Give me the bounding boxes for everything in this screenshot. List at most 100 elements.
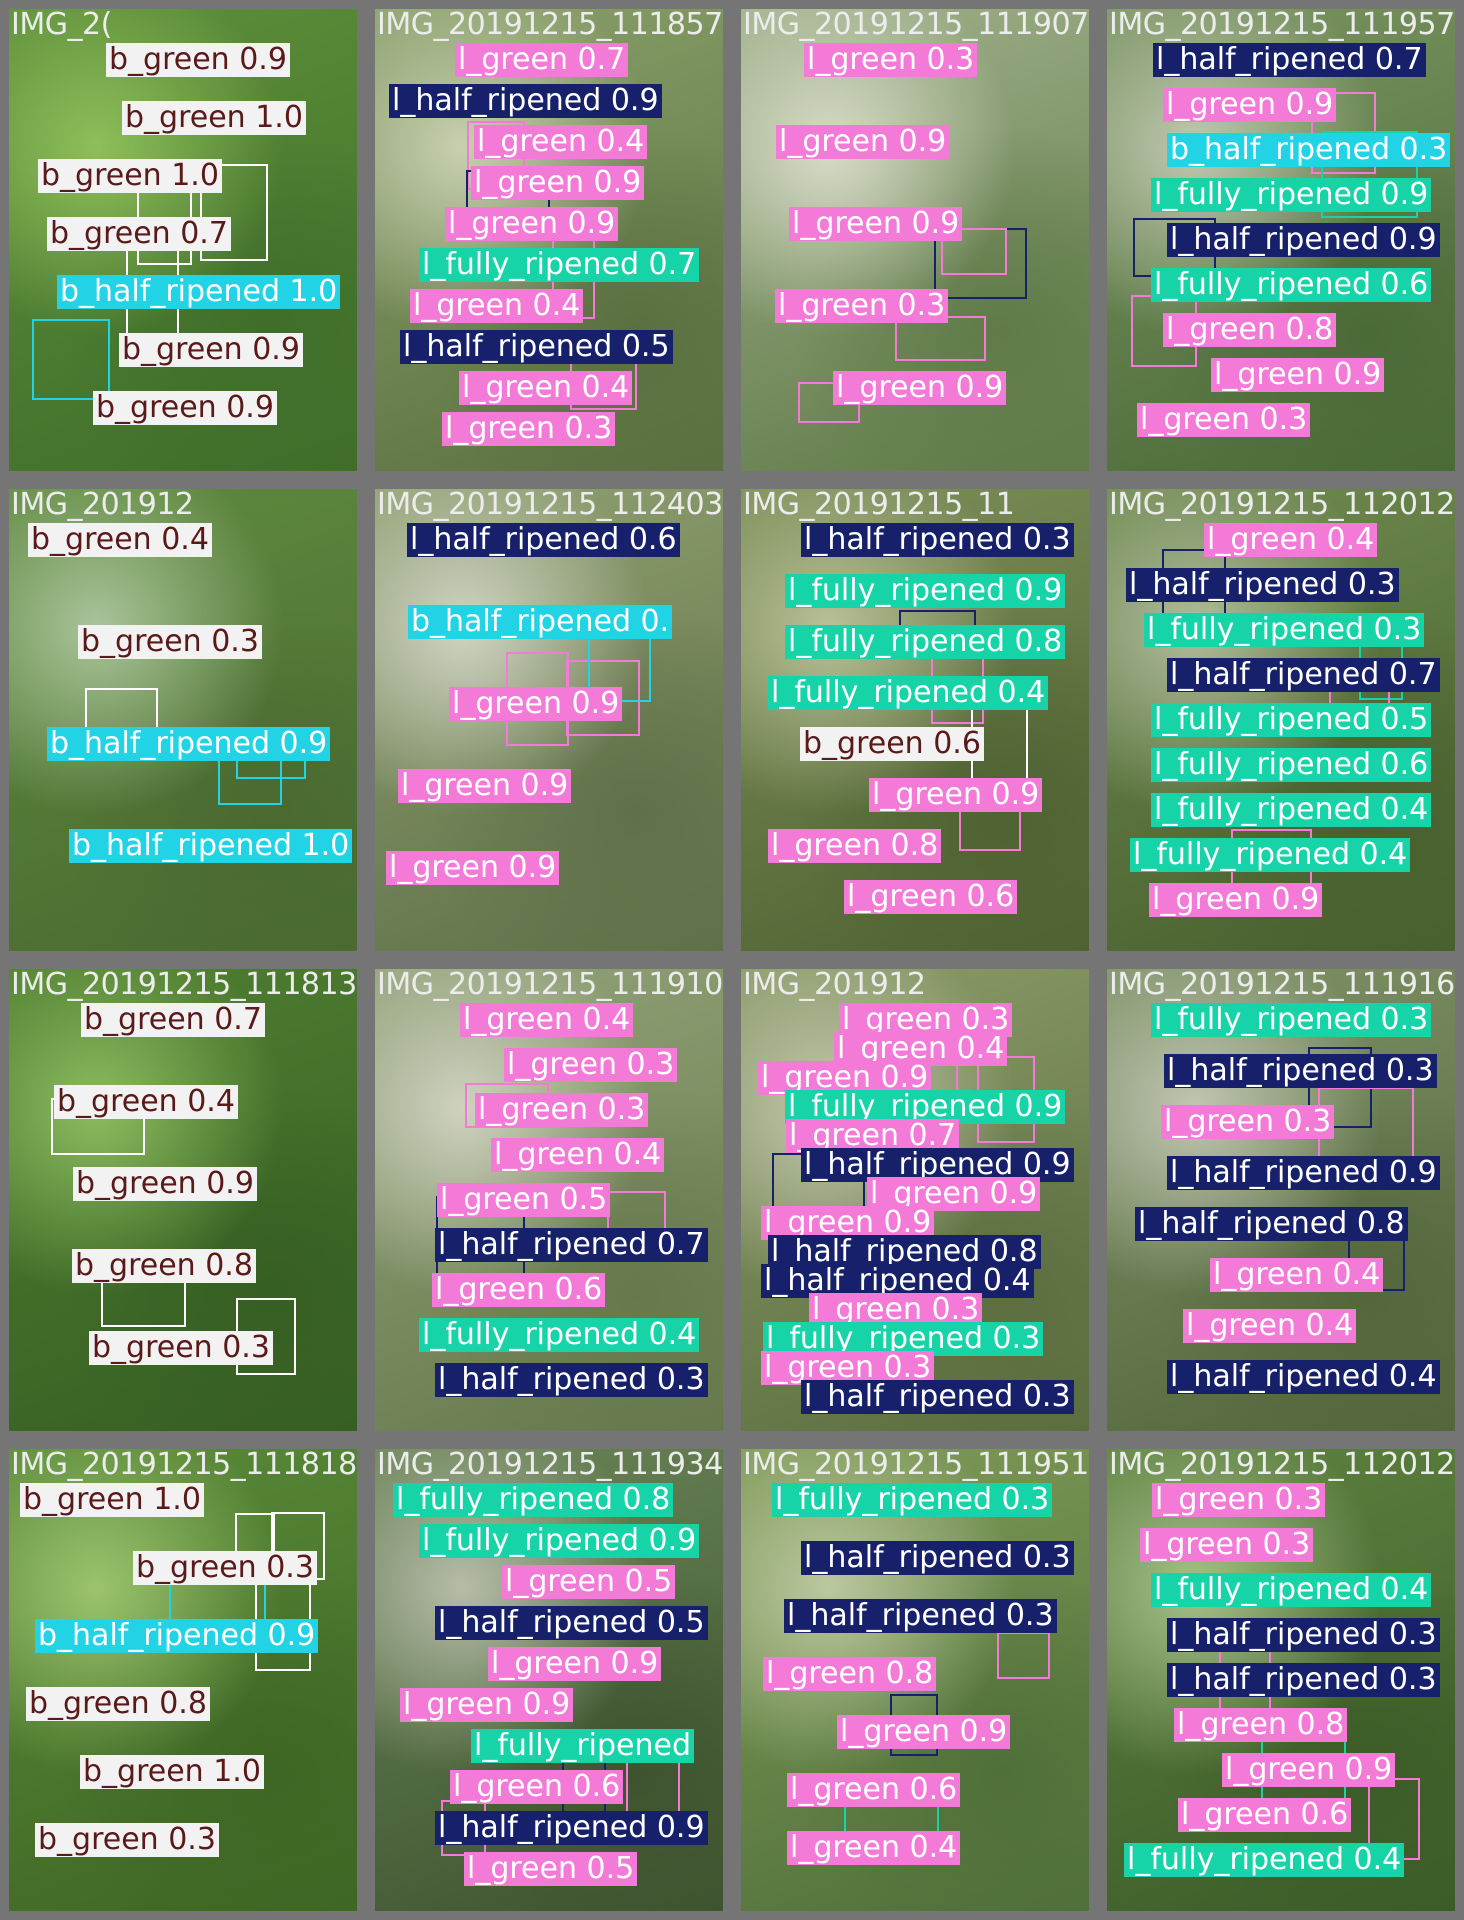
detection-label: l_fully_ripened 0.3 [772,1483,1053,1517]
image-tile: l_green 0.4 l_green 0.3 l_green 0.3 l_green… [366,960,732,1440]
detection-label: b_green 0.3 [35,1823,219,1857]
detection-label: b_green 0.9 [119,333,303,367]
detection-label: b_half_ripened 1.0 [69,829,353,863]
detection-label: l_green 0.4 [787,1831,961,1865]
detection-label: l_green 0.6 [844,880,1018,914]
detection-label: l_green 0.9 [445,207,619,241]
image-filename: IMG_201912 [11,487,194,522]
detection-label: l_green 0.4 [410,289,584,323]
bounding-box [997,1632,1050,1679]
detection-label: l_green 0.3 [475,1093,649,1127]
detection-label: l_green 0.4 [1210,1258,1384,1292]
detection-label: l_green 0.9 [400,1688,574,1722]
bounding-box [101,1276,186,1327]
detection-label: l_fully_ripened 0.9 [419,1524,700,1558]
detection-label: l_green 0.4 [459,371,633,405]
detection-label: l_fully_ripened 0.7 [419,248,700,282]
detection-label: l_fully_ripened [471,1729,695,1763]
detection-label: l_fully_ripened 0.3 [1144,613,1425,647]
detection-label: b_green 1.0 [80,1755,264,1789]
detection-label: l_green 0.9 [1211,358,1385,392]
detection-label: l_half_ripened 0.3 [1164,1054,1437,1088]
detection-label: l_green 0.4 [474,125,648,159]
detection-label: b_half_ripened 1.0 [57,275,341,309]
detection-label: l_green 0.3 [1152,1483,1326,1517]
image-filename: IMG_20191215_11 [743,487,1015,522]
detection-label: b_green 0.9 [93,391,277,425]
image-filename: IMG_2( [11,7,112,42]
detection-label: l_green 0.7 [455,43,629,77]
image-filename: IMG_201912 [743,967,926,1002]
detection-label: b_green 0.3 [78,625,262,659]
detection-label: l_half_ripened 0.4 [1167,1360,1440,1394]
detection-label: l_half_ripened 0.7 [1153,43,1426,77]
detection-label: l_half_ripened 0.7 [435,1228,708,1262]
detection-label: l_green 0.4 [491,1138,665,1172]
image-tile: b_green 0.4 b_green 0.3 b_half_ripened 0.9… [0,480,366,960]
image-tile: l_green 0.7 l_half_ripened 0.9 l_green 0.4… [366,0,732,480]
detection-label: l_half_ripened 0.9 [1167,1156,1440,1190]
detection-label: b_green 0.3 [133,1551,317,1585]
detection-label: l_half_ripened 0.9 [1167,223,1440,257]
image-tile: b_green 1.0 b_green 0.3 b_half_ripened 0.9… [0,1440,366,1920]
detection-label: b_green 0.4 [28,523,212,557]
detection-label: l_green 0.9 [398,769,572,803]
detection-label: l_green 0.9 [1222,1753,1396,1787]
detection-label: l_half_ripened 0.8 [1135,1207,1408,1241]
detection-label: b_half_ripened 0.3 [1167,133,1451,167]
detection-label: b_green 0.9 [73,1167,257,1201]
detection-label: b_half_ripened 0. [408,605,673,639]
detection-label: l_green 0.9 [776,125,950,159]
detection-label: l_half_ripened 0.5 [435,1606,708,1640]
detection-label: l_half_ripened 0.5 [400,330,673,364]
detection-label: l_green 0.8 [1174,1708,1348,1742]
image-tile: l_green 0.4 l_half_ripened 0.3 l_fully_rip… [1098,480,1464,960]
detection-label: l_fully_ripened 0.3 [1151,1003,1432,1037]
detection-label: l_green 0.6 [1178,1798,1352,1832]
detection-label: b_green 1.0 [20,1483,204,1517]
detection-label: b_green 0.8 [26,1687,210,1721]
image-tile: l_half_ripened 0.3 l_fully_ripened 0.9 l_f… [732,480,1098,960]
detection-label: l_half_ripened 0.3 [801,1541,1074,1575]
detection-label: l_green 0.3 [1140,1528,1314,1562]
detection-label: l_green 0.8 [1163,313,1337,347]
detection-label: b_green 1.0 [38,159,222,193]
detection-label: l_fully_ripened 0.6 [1151,748,1432,782]
image-tile: l_fully_ripened 0.3 l_half_ripened 0.3 l_g… [1098,960,1464,1440]
detection-label: l_green 0.9 [386,851,560,885]
image-filename: IMG_20191215_111813.jpg [11,967,366,1002]
image-filename: IMG_20191215_111957 [1109,7,1455,42]
detection-label: l_green 0.8 [768,829,942,863]
detection-label: l_fully_ripened 0.5 [1151,703,1432,737]
image-tile: b_green 0.9 b_green 1.0 b_green 1.0 b_green… [0,0,366,480]
detection-label: l_half_ripened 0.3 [1126,568,1399,602]
image-tile: l_green 0.3 l_green 0.4 l_green 0.9 l_fully… [732,960,1098,1440]
detection-label: l_green 0.3 [504,1048,678,1082]
detection-label: l_fully_ripened 0.4 [1151,1573,1432,1607]
detection-label: l_half_ripened 0.7 [1167,658,1440,692]
detection-label: l_green 0.6 [787,1773,961,1807]
detection-label: l_green 0.9 [789,207,963,241]
detection-label: b_green 0.7 [47,217,231,251]
detection-label: l_half_ripened 0.3 [801,1380,1074,1414]
image-tile: l_fully_ripened 0.8 l_fully_ripened 0.9 l_… [366,1440,732,1920]
detection-label: l_green 0.6 [432,1273,606,1307]
detection-label: l_fully_ripened 0.8 [393,1483,674,1517]
detection-label: l_green 0.6 [450,1770,624,1804]
detection-label: b_green 0.3 [89,1331,273,1365]
detection-label: l_green 0.3 [1161,1105,1335,1139]
image-filename: IMG_20191215_111907 [743,7,1089,42]
image-filename: IMG_20191215_112403.jpg [377,487,732,522]
detection-label: l_fully_ripened 0.8 [785,625,1066,659]
detection-label: l_green 0.5 [464,1852,638,1886]
detection-label: b_green 0.8 [72,1249,256,1283]
detection-label: b_green 0.7 [81,1003,265,1037]
detection-label: l_fully_ripened 0.4 [419,1318,700,1352]
detection-label: l_green 0.9 [869,778,1043,812]
image-tile: l_green 0.3 l_green 0.3 l_fully_ripened 0.… [1098,1440,1464,1920]
detection-label: b_green 1.0 [122,101,306,135]
image-tile: b_green 0.7 b_green 0.4 b_green 0.9 b_green… [0,960,366,1440]
detection-label: l_half_ripened 0.3 [784,1599,1057,1633]
detection-label: l_green 0.9 [471,166,645,200]
detection-label: b_green 0.4 [54,1085,238,1119]
